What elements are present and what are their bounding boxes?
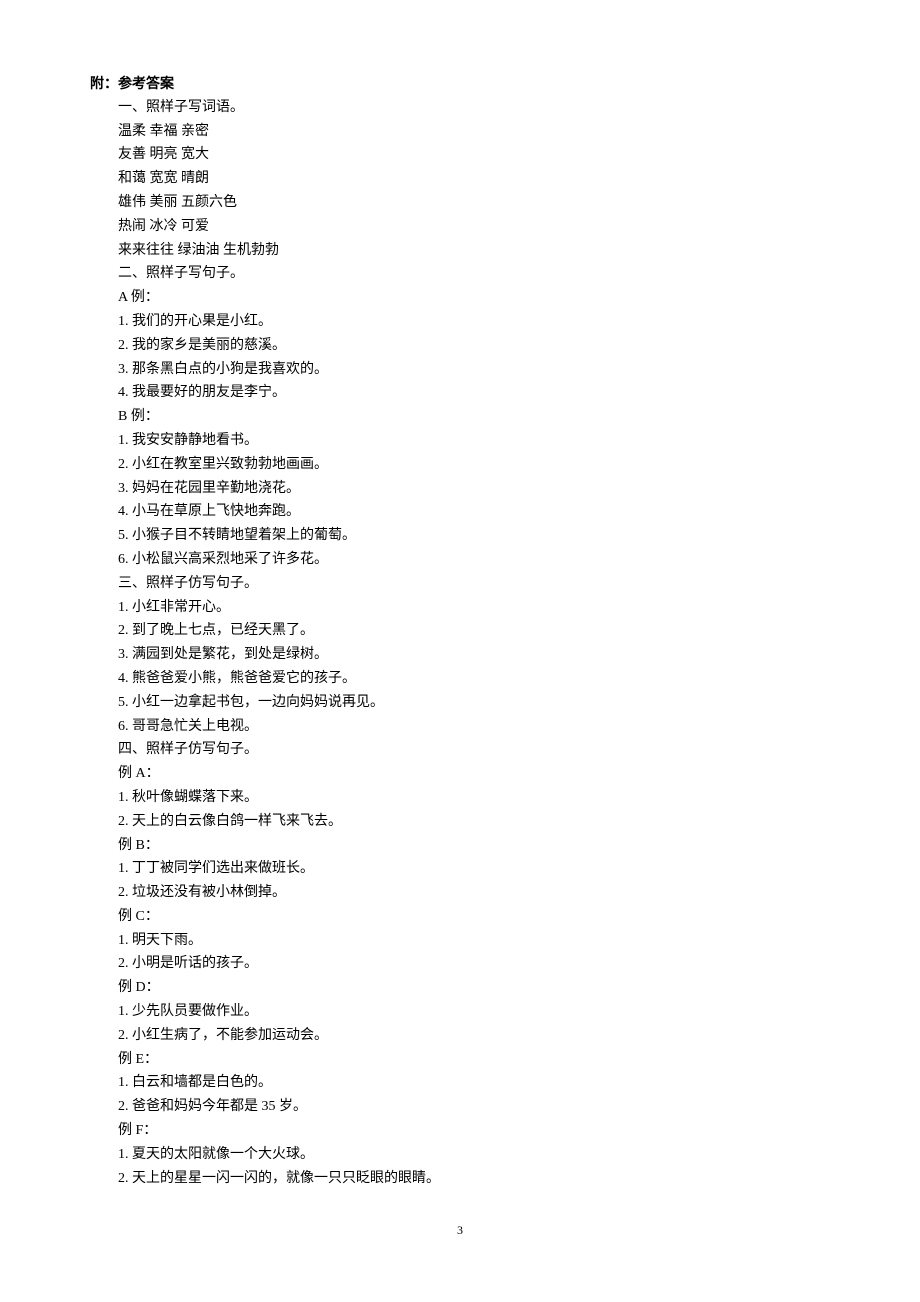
document-line: 2. 垃圾还没有被小林倒掉。 <box>118 881 830 905</box>
document-line: 1. 白云和墙都是白色的。 <box>118 1071 830 1095</box>
document-line: 热闹 冰冷 可爱 <box>118 215 830 239</box>
document-heading: 附：参考答案 <box>90 72 830 96</box>
document-line: 四、照样子仿写句子。 <box>118 738 830 762</box>
document-line: 5. 小红一边拿起书包，一边向妈妈说再见。 <box>118 691 830 715</box>
document-line: 1. 丁丁被同学们选出来做班长。 <box>118 857 830 881</box>
document-line: 3. 满园到处是繁花，到处是绿树。 <box>118 643 830 667</box>
document-line: 1. 小红非常开心。 <box>118 596 830 620</box>
document-line: 二、照样子写句子。 <box>118 262 830 286</box>
document-line: 2. 爸爸和妈妈今年都是 35 岁。 <box>118 1095 830 1119</box>
document-line: 和蔼 宽宽 晴朗 <box>118 167 830 191</box>
document-line: 2. 小红生病了，不能参加运动会。 <box>118 1024 830 1048</box>
document-line: B 例： <box>118 405 830 429</box>
document-line: 1. 我安安静静地看书。 <box>118 429 830 453</box>
document-line: 4. 我最要好的朋友是李宁。 <box>118 381 830 405</box>
document-line: 3. 那条黑白点的小狗是我喜欢的。 <box>118 358 830 382</box>
document-line: 1. 秋叶像蝴蝶落下来。 <box>118 786 830 810</box>
document-line: 温柔 幸福 亲密 <box>118 120 830 144</box>
document-line: A 例： <box>118 286 830 310</box>
document-line: 1. 明天下雨。 <box>118 929 830 953</box>
document-line: 1. 夏天的太阳就像一个大火球。 <box>118 1143 830 1167</box>
document-line: 例 E： <box>118 1048 830 1072</box>
document-line: 友善 明亮 宽大 <box>118 143 830 167</box>
document-line: 5. 小猴子目不转睛地望着架上的葡萄。 <box>118 524 830 548</box>
document-line: 雄伟 美丽 五颜六色 <box>118 191 830 215</box>
document-line: 4. 熊爸爸爱小熊，熊爸爸爱它的孩子。 <box>118 667 830 691</box>
document-line: 2. 小红在教室里兴致勃勃地画画。 <box>118 453 830 477</box>
document-line: 2. 天上的白云像白鸽一样飞来飞去。 <box>118 810 830 834</box>
document-line: 例 B： <box>118 834 830 858</box>
document-line: 2. 小明是听话的孩子。 <box>118 952 830 976</box>
document-body: 一、照样子写词语。温柔 幸福 亲密友善 明亮 宽大和蔼 宽宽 晴朗雄伟 美丽 五… <box>90 96 830 1191</box>
document-page: 附：参考答案 一、照样子写词语。温柔 幸福 亲密友善 明亮 宽大和蔼 宽宽 晴朗… <box>0 0 920 1281</box>
document-line: 4. 小马在草原上飞快地奔跑。 <box>118 500 830 524</box>
document-line: 例 F： <box>118 1119 830 1143</box>
document-line: 1. 少先队员要做作业。 <box>118 1000 830 1024</box>
document-line: 来来往往 绿油油 生机勃勃 <box>118 239 830 263</box>
document-line: 3. 妈妈在花园里辛勤地浇花。 <box>118 477 830 501</box>
document-line: 例 C： <box>118 905 830 929</box>
document-line: 例 A： <box>118 762 830 786</box>
document-line: 三、照样子仿写句子。 <box>118 572 830 596</box>
page-number: 3 <box>90 1220 830 1240</box>
document-line: 6. 小松鼠兴高采烈地采了许多花。 <box>118 548 830 572</box>
document-line: 2. 到了晚上七点，已经天黑了。 <box>118 619 830 643</box>
document-line: 例 D： <box>118 976 830 1000</box>
document-line: 2. 天上的星星一闪一闪的，就像一只只眨眼的眼睛。 <box>118 1167 830 1191</box>
document-line: 6. 哥哥急忙关上电视。 <box>118 715 830 739</box>
document-line: 一、照样子写词语。 <box>118 96 830 120</box>
document-line: 1. 我们的开心果是小红。 <box>118 310 830 334</box>
document-line: 2. 我的家乡是美丽的慈溪。 <box>118 334 830 358</box>
